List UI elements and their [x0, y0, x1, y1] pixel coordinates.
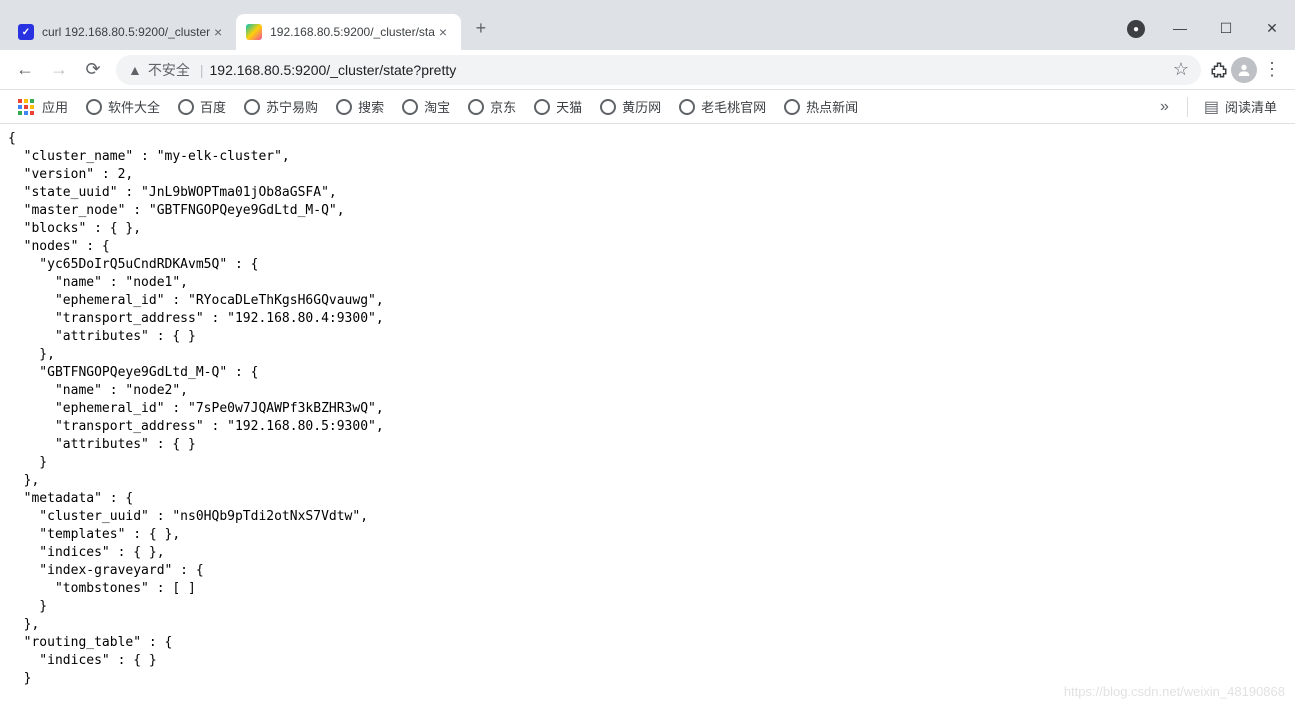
tab-title: 192.168.80.5:9200/_cluster/sta [270, 25, 435, 39]
close-window-button[interactable]: ✕ [1249, 12, 1295, 44]
browser-tab-2[interactable]: 192.168.80.5:9200/_cluster/sta × [236, 14, 461, 50]
close-icon[interactable]: × [435, 24, 451, 40]
tab-title: curl 192.168.80.5:9200/_cluster [42, 25, 210, 39]
bookmark-item[interactable]: 热点新闻 [776, 93, 866, 121]
globe-icon [86, 99, 102, 115]
account-badge-icon[interactable]: ● [1127, 20, 1145, 38]
bookmark-item[interactable]: 搜索 [328, 93, 392, 121]
reading-list-button[interactable]: ▤ 阅读清单 [1196, 97, 1285, 117]
separator [1187, 97, 1188, 117]
baidu-favicon: ✓ [18, 24, 34, 40]
separator: | [200, 62, 204, 78]
page-content[interactable]: { "cluster_name" : "my-elk-cluster", "ve… [0, 124, 1295, 705]
globe-icon [679, 99, 695, 115]
watermark-text: https://blog.csdn.net/weixin_48190868 [1064, 684, 1285, 699]
bookmark-item[interactable]: 软件大全 [78, 93, 168, 121]
reading-list-label: 阅读清单 [1225, 97, 1277, 116]
bookmark-item[interactable]: 老毛桃官网 [671, 93, 774, 121]
browser-toolbar: ← → ⟳ ▲ 不安全 | 192.168.80.5:9200/_cluster… [0, 50, 1295, 90]
browser-menu-button[interactable]: ⋮ [1257, 59, 1287, 80]
globe-icon [600, 99, 616, 115]
browser-tab-1[interactable]: ✓ curl 192.168.80.5:9200/_cluster × [8, 14, 236, 50]
bookmark-item[interactable]: 苏宁易购 [236, 93, 326, 121]
new-tab-button[interactable]: + [467, 14, 495, 42]
reload-button[interactable]: ⟳ [76, 53, 110, 87]
json-response-body: { "cluster_name" : "my-elk-cluster", "ve… [0, 124, 1295, 694]
bookmark-star-icon[interactable]: ☆ [1173, 59, 1189, 80]
insecure-icon: ▲ [128, 62, 142, 78]
bookmarks-overflow[interactable]: » [1150, 98, 1179, 116]
apps-button[interactable]: 应用 [10, 93, 76, 121]
minimize-button[interactable]: — [1157, 12, 1203, 44]
profile-avatar[interactable] [1231, 57, 1257, 83]
bookmark-item[interactable]: 百度 [170, 93, 234, 121]
maximize-button[interactable]: ☐ [1203, 12, 1249, 44]
apps-label: 应用 [42, 97, 68, 116]
globe-icon [534, 99, 550, 115]
bookmarks-bar: 应用 软件大全 百度 苏宁易购 搜索 淘宝 京东 天猫 黄历网 老毛桃官网 热点… [0, 90, 1295, 124]
insecure-label: 不安全 [148, 60, 190, 80]
window-controls: ● — ☐ ✕ [1127, 10, 1295, 50]
close-icon[interactable]: × [210, 24, 226, 40]
bookmark-item[interactable]: 黄历网 [592, 93, 669, 121]
address-bar[interactable]: ▲ 不安全 | 192.168.80.5:9200/_cluster/state… [116, 55, 1201, 85]
url-text: 192.168.80.5:9200/_cluster/state?pretty [210, 62, 1173, 78]
globe-icon [402, 99, 418, 115]
apps-grid-icon [18, 99, 34, 115]
bookmark-item[interactable]: 淘宝 [394, 93, 458, 121]
extensions-icon[interactable] [1207, 58, 1231, 82]
globe-icon [244, 99, 260, 115]
globe-icon [784, 99, 800, 115]
forward-button[interactable]: → [42, 53, 76, 87]
bookmark-item[interactable]: 京东 [460, 93, 524, 121]
back-button[interactable]: ← [8, 53, 42, 87]
bookmark-item[interactable]: 天猫 [526, 93, 590, 121]
globe-icon [336, 99, 352, 115]
window-titlebar: ✓ curl 192.168.80.5:9200/_cluster × 192.… [0, 0, 1295, 50]
tab-strip: ✓ curl 192.168.80.5:9200/_cluster × 192.… [0, 14, 1127, 50]
globe-icon [178, 99, 194, 115]
reading-list-icon: ▤ [1204, 97, 1219, 117]
elastic-favicon [246, 24, 262, 40]
globe-icon [468, 99, 484, 115]
